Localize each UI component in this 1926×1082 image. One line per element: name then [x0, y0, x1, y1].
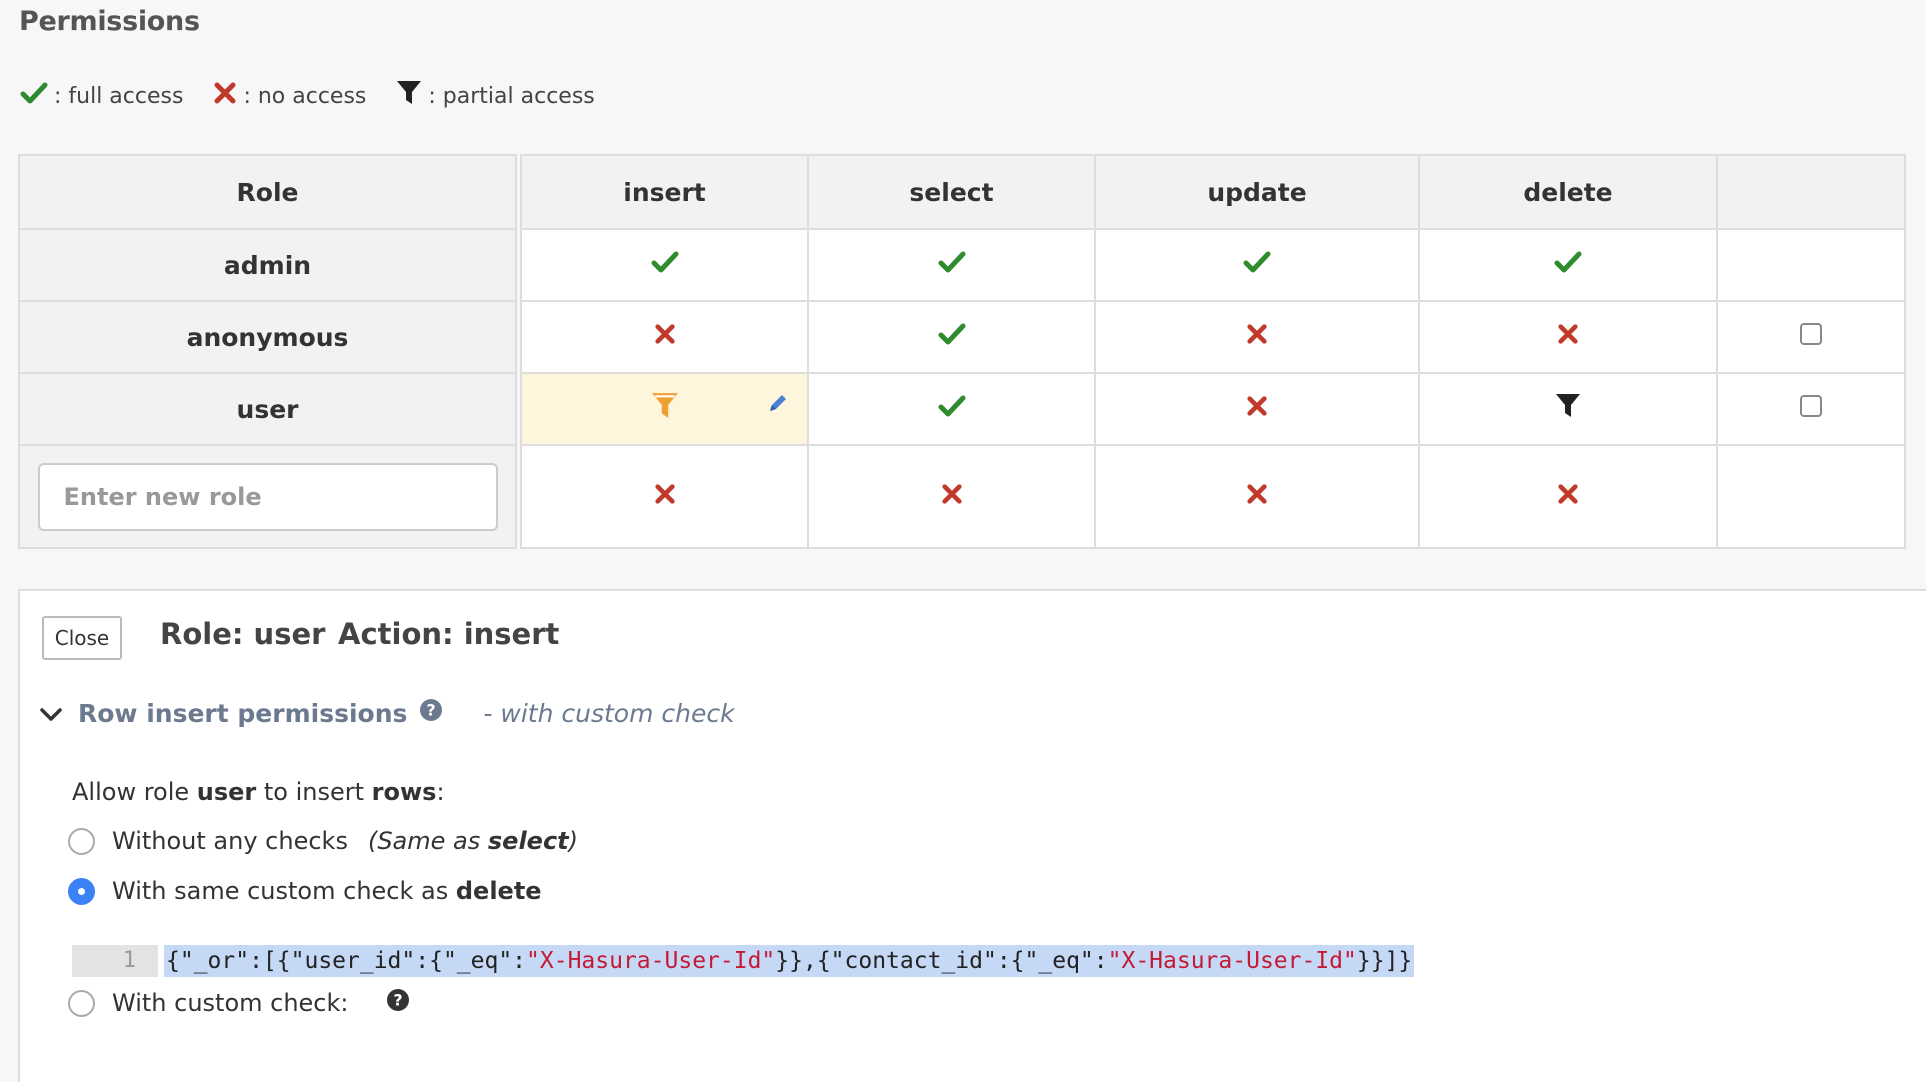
cell-anonymous-update[interactable]	[1094, 300, 1420, 374]
help-icon[interactable]: ?	[419, 698, 443, 728]
role-name: admin	[18, 228, 517, 302]
allow-role: user	[196, 778, 257, 806]
header-bulk	[1716, 154, 1906, 230]
header-role: Role	[18, 154, 517, 230]
cell-user-insert[interactable]	[520, 372, 809, 446]
allow-object: rows	[371, 778, 437, 806]
cell-admin-insert[interactable]	[520, 228, 809, 302]
legend-label: : full access	[54, 83, 184, 109]
option-same-as-delete[interactable]: With same custom check as delete	[68, 877, 542, 905]
allow-suffix: :	[436, 778, 445, 806]
radio-custom-check[interactable]	[68, 989, 95, 1017]
cross-icon	[213, 81, 243, 111]
cell-anonymous-delete[interactable]	[1418, 300, 1718, 374]
help-icon[interactable]: ?	[386, 988, 410, 1018]
table-row-new-role	[18, 444, 1906, 549]
option-label-bold: delete	[455, 877, 542, 905]
cell-anonymous-select[interactable]	[807, 300, 1096, 374]
cell-admin-update[interactable]	[1094, 228, 1420, 302]
cell-user-bulk	[1716, 372, 1906, 446]
filter-icon	[1555, 394, 1581, 425]
option-label: Without any checks	[112, 827, 348, 855]
line-number: 1	[72, 945, 158, 977]
filter-icon	[396, 80, 428, 112]
section-subtitle: - with custom check	[483, 698, 735, 728]
svg-text:?: ?	[394, 991, 403, 1010]
legend-full-access: : full access	[20, 81, 183, 111]
cell-user-update[interactable]	[1094, 372, 1420, 446]
cross-icon	[941, 483, 963, 511]
cell-admin-delete[interactable]	[1418, 228, 1718, 302]
cross-icon	[654, 483, 676, 511]
check-icon	[1554, 251, 1582, 280]
check-icon	[938, 323, 966, 352]
header-insert: insert	[520, 154, 809, 230]
filter-icon	[651, 393, 679, 426]
radio-without-checks[interactable]	[68, 827, 95, 855]
cross-icon	[1557, 324, 1579, 351]
section-label: Row insert permissions	[78, 698, 408, 728]
header-delete: delete	[1418, 154, 1718, 230]
edit-pencil-icon[interactable]	[767, 392, 789, 420]
legend-label: : partial access	[428, 83, 595, 109]
option-label: With same custom check as	[112, 877, 449, 905]
cell-new-bulk	[1716, 444, 1906, 549]
svg-text:?: ?	[427, 701, 436, 720]
new-role-cell	[18, 444, 517, 549]
cell-admin-bulk	[1716, 228, 1906, 302]
legend-no-access: : no access	[213, 81, 366, 111]
cell-new-select[interactable]	[807, 444, 1096, 549]
cross-icon	[654, 324, 676, 351]
cell-new-update[interactable]	[1094, 444, 1420, 549]
row-permissions-section-toggle[interactable]: Row insert permissions ? - with custom c…	[40, 698, 735, 728]
custom-check-code-editor[interactable]: 1 {"_or":[{"user_id":{"_eq":"X-Hasura-Us…	[72, 944, 1415, 978]
allow-description: Allow role user to insert rows:	[72, 778, 445, 806]
permission-editor-panel: Close Role: user Action: insert Row inse…	[18, 589, 1926, 1082]
header-select: select	[807, 154, 1096, 230]
cross-icon	[1246, 396, 1268, 423]
table-row-admin: admin	[18, 228, 1906, 302]
new-role-input[interactable]	[37, 462, 498, 531]
panel-role-title: Role: user	[160, 617, 326, 651]
cross-icon	[1246, 483, 1268, 511]
table-header-row: Role insert select update delete	[18, 154, 1906, 230]
check-icon	[651, 251, 679, 280]
panel-action-title: Action: insert	[338, 617, 560, 651]
cross-icon	[1557, 483, 1579, 511]
bulk-select-checkbox[interactable]	[1800, 323, 1822, 345]
permissions-table: Role insert select update delete admin a…	[18, 154, 1906, 549]
check-icon	[20, 81, 54, 111]
cell-new-delete[interactable]	[1418, 444, 1718, 549]
table-row-user: user	[18, 372, 1906, 446]
cell-anonymous-insert[interactable]	[520, 300, 809, 374]
code-line[interactable]: {"_or":[{"user_id":{"_eq":"X-Hasura-User…	[164, 945, 1415, 977]
cross-icon	[1246, 324, 1268, 351]
close-button[interactable]: Close	[42, 616, 122, 660]
allow-prefix: Allow role	[72, 778, 197, 806]
check-icon	[938, 395, 966, 424]
allow-middle: to insert	[256, 778, 372, 806]
radio-same-as-delete[interactable]	[68, 877, 95, 905]
option-label: With custom check:	[112, 989, 349, 1017]
legend-label: : no access	[243, 83, 367, 109]
cell-user-select[interactable]	[807, 372, 1096, 446]
cell-anonymous-bulk	[1716, 300, 1906, 374]
option-note: (Same as select)	[367, 827, 579, 855]
legend-partial-access: : partial access	[396, 80, 595, 112]
table-row-anonymous: anonymous	[18, 300, 1906, 374]
check-icon	[1243, 251, 1271, 280]
bulk-select-checkbox[interactable]	[1800, 395, 1822, 417]
chevron-down-icon	[40, 699, 62, 728]
cell-user-delete[interactable]	[1418, 372, 1718, 446]
check-icon	[938, 251, 966, 280]
legend: : full access : no access : partial acce…	[20, 80, 625, 112]
page-title: Permissions	[19, 6, 200, 37]
cell-new-insert[interactable]	[520, 444, 809, 549]
option-without-checks[interactable]: Without any checks (Same as select)	[68, 827, 578, 855]
option-custom-check[interactable]: With custom check: ?	[68, 988, 410, 1018]
cell-admin-select[interactable]	[807, 228, 1096, 302]
role-name: anonymous	[18, 300, 517, 374]
role-name: user	[18, 372, 517, 446]
header-update: update	[1094, 154, 1420, 230]
